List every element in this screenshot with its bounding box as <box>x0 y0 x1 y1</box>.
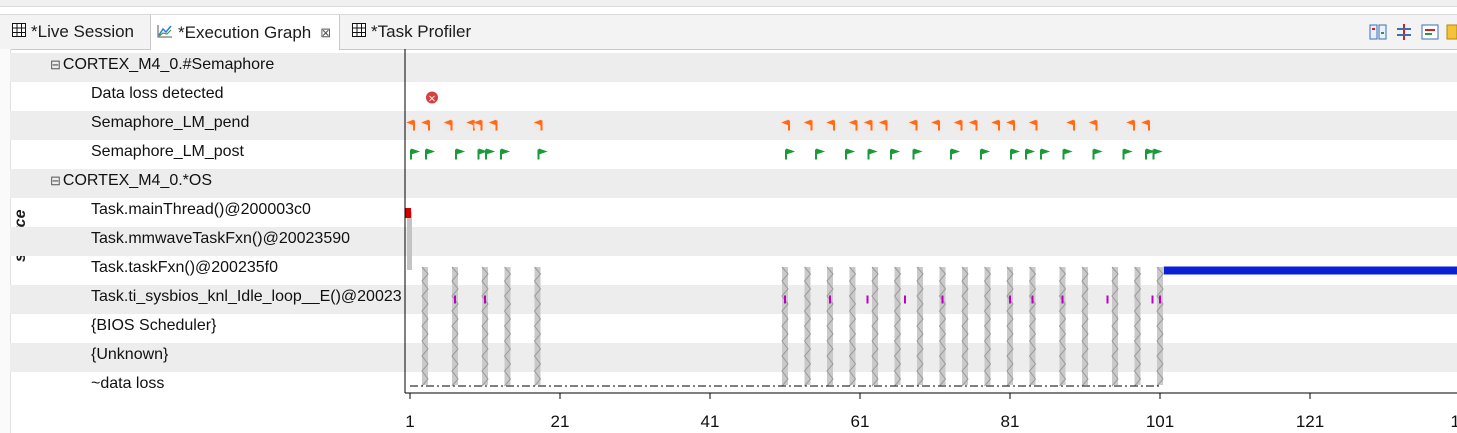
measure-icon[interactable] <box>1420 22 1440 42</box>
row-label-text: Task.taskFxn()@200235f0 <box>91 259 278 276</box>
legend-icon[interactable] <box>1446 22 1457 42</box>
x-tick-label: 121 <box>1296 412 1324 431</box>
window-top-strip <box>0 0 1457 7</box>
tab-label: *Live Session <box>31 22 135 41</box>
row-label-text: {Unknown} <box>91 346 169 363</box>
group-label[interactable]: ⊟ CORTEX_M4_0.#Semaphore <box>50 56 274 74</box>
row-label-text: {BIOS Scheduler} <box>91 317 217 334</box>
idle-marker <box>1031 295 1034 304</box>
x-tick-label: 41 <box>701 412 720 431</box>
editor-tab-bar: *Live Session *Execution Graph ⊠ *Task P… <box>0 14 1457 50</box>
group-row[interactable]: ⊟ CORTEX_M4_0.*OS <box>10 169 1457 198</box>
cursor-snap-icon[interactable] <box>1394 22 1414 42</box>
graph-row[interactable]: Semaphore_LM_pend <box>10 111 1457 140</box>
group-label[interactable]: ⊟ CORTEX_M4_0.*OS <box>50 172 212 190</box>
row-label: {Unknown} <box>91 346 168 364</box>
idle-marker <box>1009 295 1011 304</box>
graph-row[interactable]: Task.mmwaveTaskFxn()@20023590 <box>10 227 1457 256</box>
row-label: Semaphore_LM_post <box>91 143 244 161</box>
graph-row[interactable]: Data loss detected <box>10 82 1457 111</box>
idle-marker <box>1151 295 1154 304</box>
x-tick-label: 21 <box>551 412 570 431</box>
idle-marker <box>866 295 869 304</box>
idle-marker <box>784 295 786 304</box>
idle-marker <box>829 295 831 304</box>
data-loss-x: × <box>428 94 436 105</box>
row-label-text: Semaphore_LM_pend <box>91 114 250 131</box>
idle-marker <box>1061 295 1064 304</box>
row-label-text: CORTEX_M4_0.#Semaphore <box>62 56 275 73</box>
group-row[interactable]: ⊟ CORTEX_M4_0.#Semaphore <box>10 53 1457 82</box>
idle-marker <box>1106 295 1109 304</box>
idle-marker <box>484 295 486 304</box>
graph-row[interactable]: {BIOS Scheduler} <box>10 314 1457 343</box>
x-tick-label: 61 <box>851 412 870 431</box>
row-label: Task.mainThread()@200003c0 <box>91 201 311 219</box>
x-tick-label: 1 <box>405 412 414 431</box>
row-label: Data loss detected <box>91 85 224 103</box>
x-tick-label: 81 <box>1001 412 1020 431</box>
graph-row[interactable]: {Unknown} <box>10 343 1457 372</box>
x-tick-label: 101 <box>1146 412 1174 431</box>
row-label-text: Task.mainThread()@200003c0 <box>91 201 311 218</box>
table-icon <box>12 22 26 42</box>
row-label: {BIOS Scheduler} <box>91 317 216 335</box>
idle-marker <box>454 295 456 304</box>
idle-marker <box>1159 295 1161 304</box>
idle-marker <box>904 295 906 304</box>
tab-label: *Task Profiler <box>371 22 472 41</box>
row-label-text: Data loss detected <box>91 85 224 102</box>
x-tick-label: 14 <box>1451 412 1457 431</box>
mmwave-task-segment <box>407 212 412 270</box>
row-label-text: Semaphore_LM_post <box>91 143 244 160</box>
idle-marker <box>941 295 944 304</box>
row-label-text: CORTEX_M4_0.*OS <box>62 172 212 189</box>
row-label: Semaphore_LM_pend <box>91 114 249 132</box>
main-thread-run <box>405 208 411 218</box>
tab-label: *Execution Graph <box>178 22 312 42</box>
row-label: Task.ti_sysbios_knl_Idle_loop__E()@20023 <box>91 288 402 306</box>
row-label-text: Task.ti_sysbios_knl_Idle_loop__E()@20023 <box>91 288 402 305</box>
tab-live-session[interactable]: *Live Session <box>0 15 142 49</box>
row-label: Task.taskFxn()@200235f0 <box>91 259 278 277</box>
collapse-group-icon[interactable]: ⊟ <box>50 173 61 188</box>
table-icon <box>352 22 366 42</box>
tab-task-profiler[interactable]: *Task Profiler <box>340 15 471 49</box>
row-label-text: Task.mmwaveTaskFxn()@20023590 <box>91 230 351 247</box>
tab-execution-graph[interactable]: *Execution Graph ⊠ <box>150 15 341 50</box>
row-label: ~data loss <box>91 375 164 393</box>
row-label: Task.mmwaveTaskFxn()@20023590 <box>91 230 350 248</box>
row-label-text: ~data loss <box>91 375 165 392</box>
graph-row[interactable]: Task.mainThread()@200003c0 <box>10 198 1457 227</box>
align-columns-icon[interactable] <box>1368 22 1388 42</box>
task-running-bar <box>1163 266 1457 275</box>
collapse-group-icon[interactable]: ⊟ <box>50 57 61 72</box>
graph-row[interactable]: Semaphore_LM_post <box>10 140 1457 169</box>
graph-row[interactable]: Task.ti_sysbios_knl_Idle_loop__E()@20023 <box>10 285 1457 314</box>
graph-icon <box>157 23 173 43</box>
close-icon[interactable]: ⊠ <box>320 25 331 41</box>
